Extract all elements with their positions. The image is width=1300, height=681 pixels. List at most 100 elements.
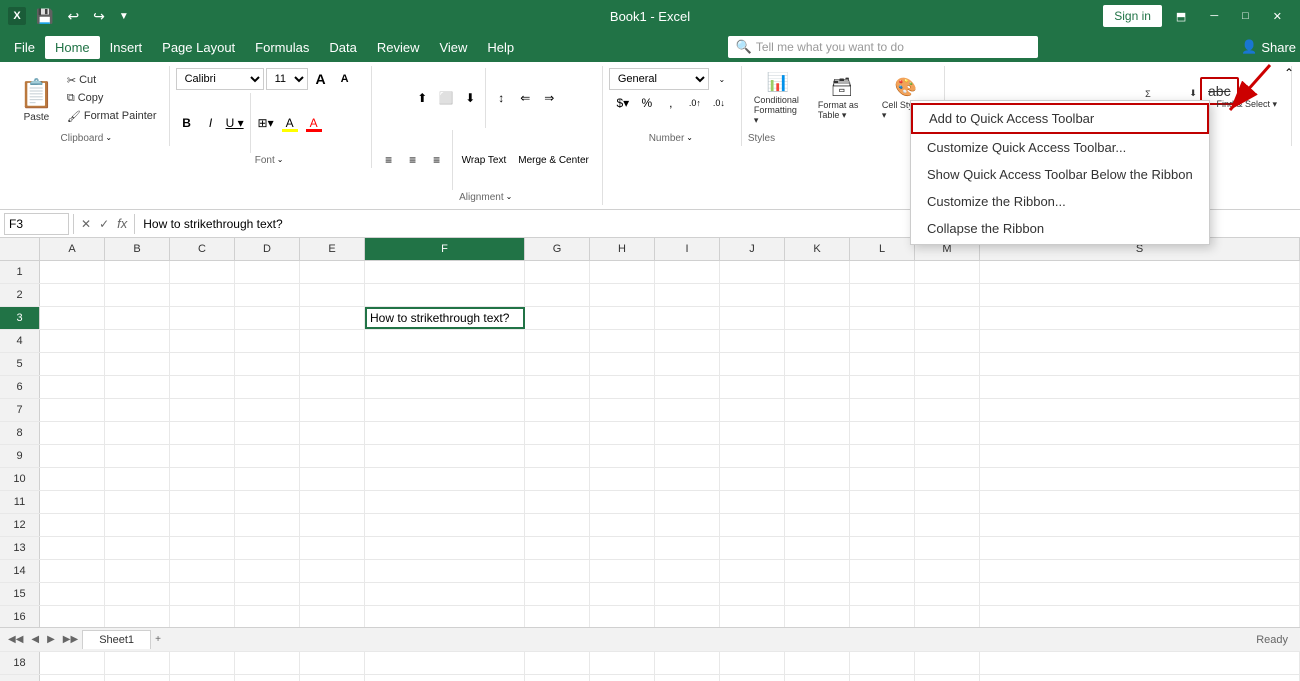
font-expand-icon[interactable]: ⌄ xyxy=(277,155,284,164)
cell-B10[interactable] xyxy=(105,468,170,490)
cell-H5[interactable] xyxy=(590,353,655,375)
cell-L16[interactable] xyxy=(850,606,915,628)
row-num-18[interactable]: 18 xyxy=(0,652,40,674)
cell-G14[interactable] xyxy=(525,560,590,582)
row-num-5[interactable]: 5 xyxy=(0,353,40,375)
cell-G8[interactable] xyxy=(525,422,590,444)
cell-extra-15[interactable] xyxy=(980,583,1300,605)
align-center-button[interactable]: ≡ xyxy=(402,149,424,171)
cell-J13[interactable] xyxy=(720,537,785,559)
cell-H19[interactable] xyxy=(590,675,655,681)
cell-M11[interactable] xyxy=(915,491,980,513)
cell-H15[interactable] xyxy=(590,583,655,605)
cell-H1[interactable] xyxy=(590,261,655,283)
cell-M5[interactable] xyxy=(915,353,980,375)
cell-E6[interactable] xyxy=(300,376,365,398)
cell-J6[interactable] xyxy=(720,376,785,398)
cell-J10[interactable] xyxy=(720,468,785,490)
cell-D6[interactable] xyxy=(235,376,300,398)
cell-H3[interactable] xyxy=(590,307,655,329)
cell-D14[interactable] xyxy=(235,560,300,582)
cell-G1[interactable] xyxy=(525,261,590,283)
cell-C19[interactable] xyxy=(170,675,235,681)
number-expand-btn[interactable]: ⌄ xyxy=(711,68,733,90)
cell-K1[interactable] xyxy=(785,261,850,283)
cell-L5[interactable] xyxy=(850,353,915,375)
cell-A2[interactable] xyxy=(40,284,105,306)
cell-C8[interactable] xyxy=(170,422,235,444)
cell-L11[interactable] xyxy=(850,491,915,513)
cell-K18[interactable] xyxy=(785,652,850,674)
increase-decimal-button[interactable]: .0↑ xyxy=(684,92,706,114)
cell-A3[interactable] xyxy=(40,307,105,329)
cell-I7[interactable] xyxy=(655,399,720,421)
cell-F18[interactable] xyxy=(365,652,525,674)
row-num-13[interactable]: 13 xyxy=(0,537,40,559)
conditional-formatting-button[interactable]: 📊 Conditional Formatting ▾ xyxy=(748,68,808,130)
insert-function-button[interactable]: fx xyxy=(114,216,130,231)
percent-button[interactable]: % xyxy=(636,92,658,114)
cell-extra-6[interactable] xyxy=(980,376,1300,398)
cell-A11[interactable] xyxy=(40,491,105,513)
cell-L9[interactable] xyxy=(850,445,915,467)
cell-G13[interactable] xyxy=(525,537,590,559)
cell-F16[interactable] xyxy=(365,606,525,628)
formula-cancel-button[interactable]: ✕ xyxy=(78,217,94,231)
cell-J11[interactable] xyxy=(720,491,785,513)
cell-J5[interactable] xyxy=(720,353,785,375)
share-label[interactable]: Share xyxy=(1261,40,1296,55)
cell-D10[interactable] xyxy=(235,468,300,490)
row-num-3[interactable]: 3 xyxy=(0,307,40,329)
row-num-12[interactable]: 12 xyxy=(0,514,40,536)
cell-D8[interactable] xyxy=(235,422,300,444)
cell-L10[interactable] xyxy=(850,468,915,490)
cell-L18[interactable] xyxy=(850,652,915,674)
row-num-9[interactable]: 9 xyxy=(0,445,40,467)
cell-B16[interactable] xyxy=(105,606,170,628)
cell-A12[interactable] xyxy=(40,514,105,536)
cell-C10[interactable] xyxy=(170,468,235,490)
cell-H4[interactable] xyxy=(590,330,655,352)
cell-B11[interactable] xyxy=(105,491,170,513)
cell-H6[interactable] xyxy=(590,376,655,398)
cell-F12[interactable] xyxy=(365,514,525,536)
formula-confirm-button[interactable]: ✓ xyxy=(96,217,112,231)
italic-button[interactable]: I xyxy=(200,112,222,134)
cell-C6[interactable] xyxy=(170,376,235,398)
cell-J8[interactable] xyxy=(720,422,785,444)
cell-E13[interactable] xyxy=(300,537,365,559)
cell-B6[interactable] xyxy=(105,376,170,398)
cell-A16[interactable] xyxy=(40,606,105,628)
cell-C7[interactable] xyxy=(170,399,235,421)
cell-G16[interactable] xyxy=(525,606,590,628)
undo-button[interactable]: ↩ xyxy=(63,6,83,27)
indent-decrease-button[interactable]: ⇐ xyxy=(514,87,536,109)
cell-I13[interactable] xyxy=(655,537,720,559)
cell-G15[interactable] xyxy=(525,583,590,605)
cell-B7[interactable] xyxy=(105,399,170,421)
cell-F11[interactable] xyxy=(365,491,525,513)
bold-button[interactable]: B xyxy=(176,112,198,134)
menu-page-layout[interactable]: Page Layout xyxy=(152,36,245,59)
cell-J4[interactable] xyxy=(720,330,785,352)
font-name-select[interactable]: Calibri xyxy=(176,68,264,90)
cell-D1[interactable] xyxy=(235,261,300,283)
cell-E8[interactable] xyxy=(300,422,365,444)
font-shrink-button[interactable]: A xyxy=(334,68,356,90)
cell-E19[interactable] xyxy=(300,675,365,681)
cell-J1[interactable] xyxy=(720,261,785,283)
menu-review[interactable]: Review xyxy=(367,36,430,59)
cell-A6[interactable] xyxy=(40,376,105,398)
cell-H9[interactable] xyxy=(590,445,655,467)
sheet-nav-prev[interactable]: ◀ xyxy=(27,632,43,647)
cell-H16[interactable] xyxy=(590,606,655,628)
cell-F15[interactable] xyxy=(365,583,525,605)
cell-F13[interactable] xyxy=(365,537,525,559)
col-header-g[interactable]: G xyxy=(525,238,590,260)
cell-H11[interactable] xyxy=(590,491,655,513)
align-top-button[interactable]: ⬆ xyxy=(411,87,433,109)
cell-extra-3[interactable] xyxy=(980,307,1300,329)
text-direction-button[interactable]: ↕ xyxy=(490,87,512,109)
cell-L2[interactable] xyxy=(850,284,915,306)
format-as-table-button[interactable]: 🗃 Format as Table ▾ xyxy=(812,73,872,125)
